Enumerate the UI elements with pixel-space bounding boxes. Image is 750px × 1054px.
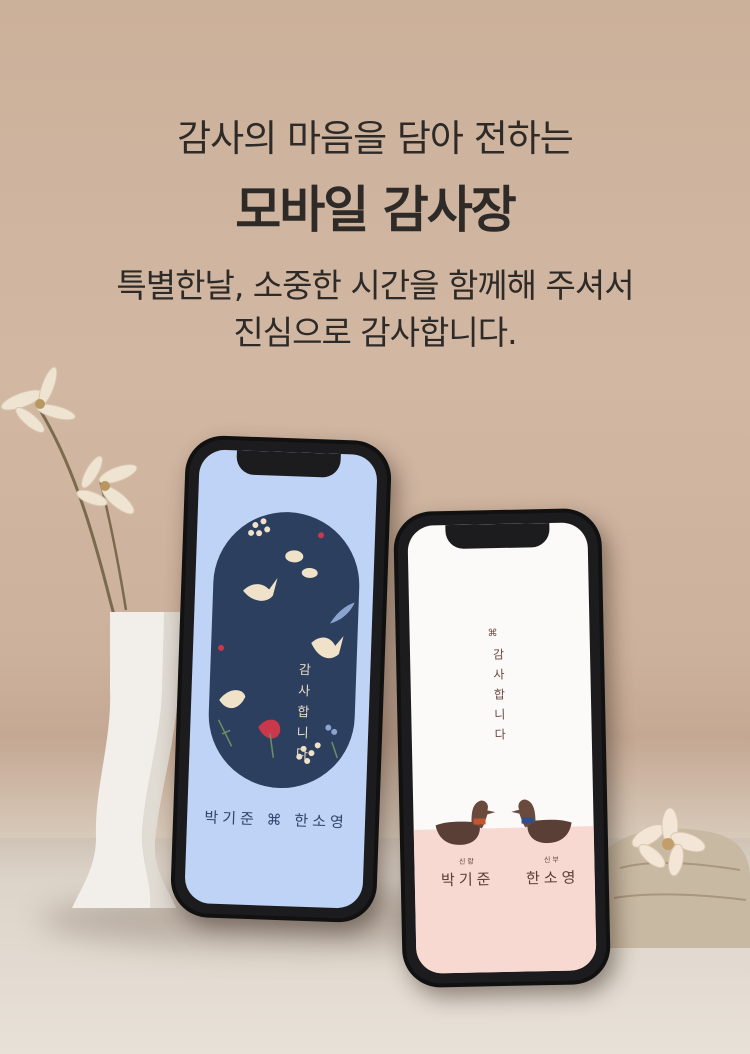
bride-role: 신부 (543, 855, 561, 865)
groom-block: 신랑 박기준 (432, 856, 503, 890)
navy-oval: 감사합니다 (206, 509, 362, 791)
dove-icon (217, 518, 355, 764)
groom-name: 박기준 (440, 870, 495, 890)
phone-right-screen: ⌘ 감사합니다 신랑 박기준 신부 한소영 (407, 522, 597, 974)
phone-right: ⌘ 감사합니다 신랑 박기준 신부 한소영 (393, 507, 611, 989)
bride-block: 신부 한소영 (514, 854, 591, 889)
phone-left-names: 박기준 ⌘ 한소영 (204, 808, 349, 832)
phone-notch (236, 450, 341, 478)
phone-notch (445, 522, 550, 550)
groom-role: 신랑 (458, 857, 476, 866)
mark-icon: ⌘ (487, 628, 498, 640)
bride-name: 한소영 (525, 868, 580, 888)
wooden-duck-icon (435, 799, 572, 845)
phone-left-screen: 감사합니다 박기준 ⌘ 한소영 (184, 449, 378, 909)
phone-left-message: 감사합니다 (291, 662, 311, 768)
phone-left: 감사합니다 박기준 ⌘ 한소영 (169, 434, 393, 924)
rock-icon (600, 808, 750, 948)
phone-right-message: 감사합니다 (490, 647, 507, 749)
